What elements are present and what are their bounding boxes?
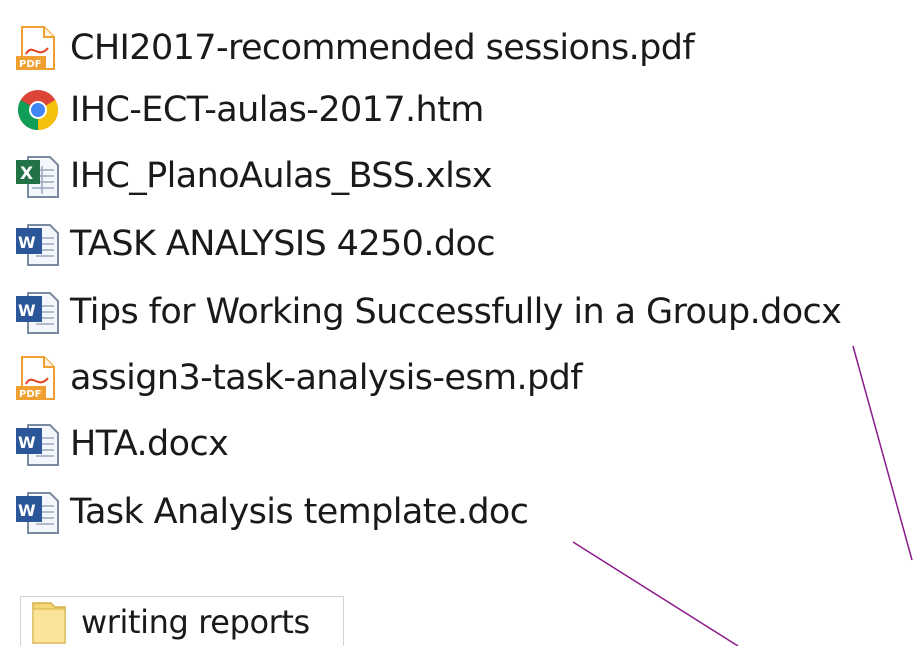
annotation-line-template-doc bbox=[572, 541, 739, 646]
annotation-lines bbox=[572, 345, 913, 646]
file-list: PDF CHI2017-recommended sessions.pdf IHC… bbox=[0, 0, 920, 646]
annotation-line-group-docx bbox=[852, 345, 913, 561]
